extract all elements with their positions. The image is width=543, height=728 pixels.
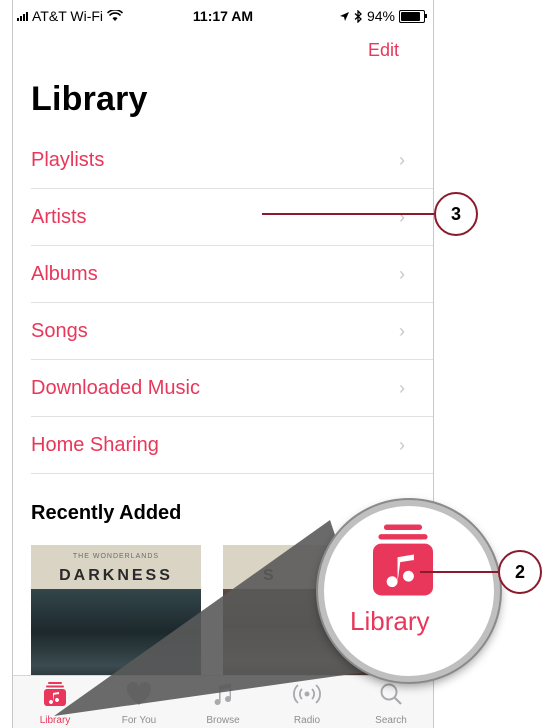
library-icon <box>373 524 433 596</box>
magnifier-label: Library <box>350 606 430 636</box>
magnifier-callout: Library <box>318 500 500 682</box>
callout-2: 2 <box>498 550 542 594</box>
callout-3: 3 <box>434 192 478 236</box>
callout-line-2 <box>420 571 498 573</box>
callout-line-3 <box>262 213 434 215</box>
